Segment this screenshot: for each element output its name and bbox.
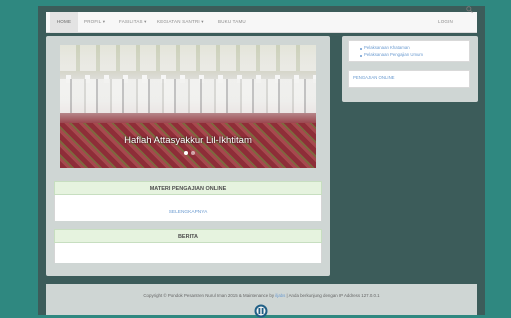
materi-section-header: MATERI PENGAJIAN ONLINE [54,181,322,195]
slide-caption: Haflah Attasyakkur Lil-Ikhtitam [124,135,252,146]
pengajian-online-link[interactable]: PENGAJIAN ONLINE [353,75,395,80]
slide-indicator-2[interactable] [191,151,195,155]
search-icon[interactable] [466,6,473,13]
bullet-icon [360,48,362,50]
selengkapnya-link[interactable]: SELENGKAPNYA [54,210,322,215]
sidebar-link-pengajian-umum[interactable]: Pelaksanaan Pengajian Umum [364,52,423,57]
slide-photo-canopy [60,45,316,71]
nav-profil[interactable]: PROFIL ▾ [84,12,105,32]
footer-copyright: Copyright © Pondok Pesantren Nurul Iman … [143,293,275,298]
login-link[interactable]: LOGIN [438,12,453,32]
berita-section-header: BERITA [54,229,322,243]
bullet-icon [360,55,362,57]
top-navbar: HOME PROFIL ▾ FASILITAS ▾ KEGIATAN SANTR… [46,12,477,33]
materi-section-body [54,195,322,221]
sidebar-links-box [348,40,470,62]
image-slider[interactable] [60,45,316,168]
berita-section-body [54,243,322,263]
footer-visitor-ip: | Anda berkunjung dengan IP Address 127.… [286,293,380,298]
logo-icon [254,304,268,318]
slide-indicator-1[interactable] [184,151,188,155]
sidebar-link-khataman[interactable]: Pelaksanaan Khataman [364,45,410,50]
footer-text: Copyright © Pondok Pesantren Nurul Iman … [46,293,477,298]
footer-maintainer-link[interactable]: iljabs [275,293,285,298]
nav-kegiatan-santri[interactable]: KEGIATAN SANTRI ▾ [157,12,204,32]
nav-home[interactable]: HOME [50,12,78,32]
slide-photo-crowd [60,79,316,113]
nav-fasilitas[interactable]: FASILITAS ▾ [119,12,147,32]
nav-buku-tamu[interactable]: BUKU TAMU [218,12,246,32]
